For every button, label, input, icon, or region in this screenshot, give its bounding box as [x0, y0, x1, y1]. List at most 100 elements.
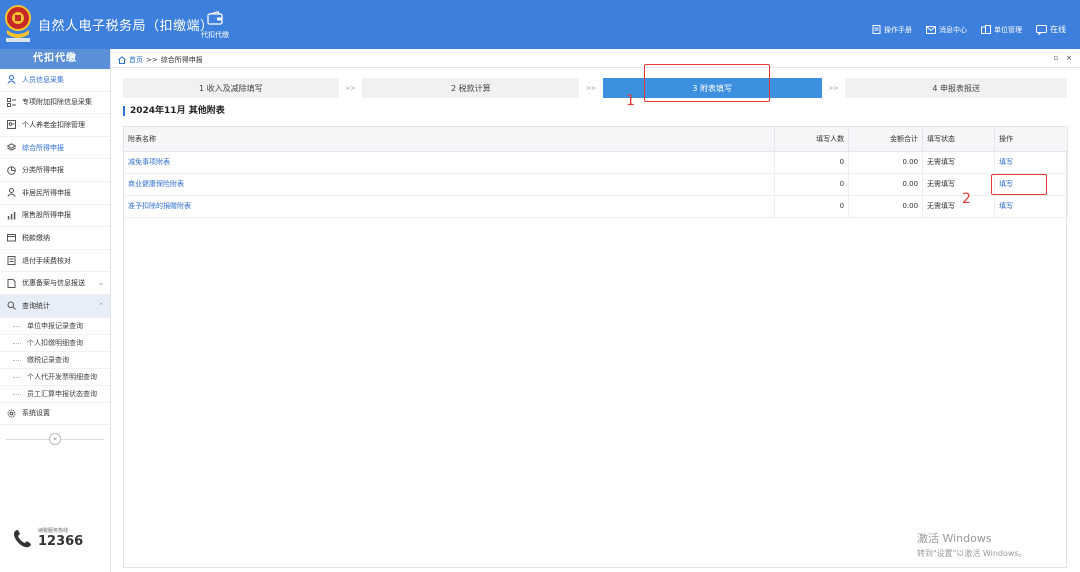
sidebar-subitem-invoice-detail[interactable]: 个人代开发票明细查询	[0, 369, 110, 386]
manual-link-label: 操作手册	[884, 25, 912, 34]
chat-icon	[1036, 24, 1047, 35]
receipt-icon	[7, 256, 16, 266]
watermark-line2: 转到"设置"以激活 Windows。	[917, 549, 1027, 558]
layers-icon	[7, 143, 16, 151]
unit-management-link[interactable]: 单位管理	[981, 25, 1022, 35]
sidebar-item-classified-income[interactable]: 分类所得申报	[0, 159, 110, 182]
search-icon	[7, 301, 16, 311]
sidebar-subitem-withholding-detail[interactable]: 个人扣缴明细查询	[0, 335, 110, 352]
header-links: 操作手册 消息中心 单位管理 在线	[872, 24, 1066, 35]
table-header-row: 附表名称 填写人数 金额合计 填写状态 操作	[124, 127, 1068, 152]
restore-icon[interactable]: ▫	[1053, 54, 1058, 62]
sidebar-item-label: 税款缴纳	[22, 233, 50, 242]
sidebar-item-comprehensive-income[interactable]: 综合所得申报	[0, 137, 110, 160]
row-count: 0	[774, 195, 850, 218]
row-name-link[interactable]: 减免事项附表	[124, 151, 776, 174]
sidebar-collapse-button[interactable]: «	[49, 433, 61, 445]
sidebar-item-system-settings[interactable]: 系统设置	[0, 403, 110, 426]
manual-link[interactable]: 操作手册	[872, 25, 912, 35]
tax-hotline: 纳税服务热线 12366	[12, 527, 83, 549]
wallet-icon	[7, 234, 16, 242]
manual-icon	[872, 25, 881, 34]
watermark-line1: 激活 Windows	[917, 532, 992, 545]
list-icon	[7, 97, 16, 107]
step-report-submission[interactable]: 4 申报表报送	[845, 78, 1067, 98]
table-row: 准予扣除的捐赠附表 0 0.00 无需填写 填写	[124, 195, 1068, 218]
breadcrumb-home-link[interactable]: 首页	[129, 55, 143, 65]
breadcrumb-separator: >>	[146, 55, 158, 64]
sidebar-item-label: 优惠备案与信息报送	[22, 279, 85, 288]
sidebar-subitem-annual-status[interactable]: 员工汇算申报状态查询	[0, 386, 110, 403]
doc-icon	[7, 278, 16, 288]
sidebar-item-special-deduction[interactable]: 专项附加扣除信息采集	[0, 92, 110, 115]
sidebar-subitem-unit-declaration[interactable]: 单位申报记录查询	[0, 318, 110, 335]
chart-icon	[7, 211, 16, 220]
app-title: 自然人电子税务局（扣缴端）	[38, 19, 214, 34]
card-icon	[7, 120, 16, 130]
annotation-box-step3	[644, 64, 770, 102]
table-row: 减免事项附表 0 0.00 无需填写 填写	[124, 151, 1068, 174]
breadcrumb-current: 综合所得申报	[160, 55, 203, 64]
windows-activation-watermark: 激活 Windows 转到"设置"以激活 Windows。	[917, 530, 1027, 559]
sidebar-item-restricted-stock[interactable]: 限售股所得申报	[0, 205, 110, 228]
step-indicator: 1 收入及减除填写 >> 2 税款计算 >> 3 附表填写 >> 4 申报表报送	[123, 78, 1067, 98]
annotation-box-fill	[991, 174, 1047, 195]
col-header-count: 填写人数	[774, 127, 850, 152]
wallet-icon	[207, 11, 223, 25]
sidebar-item-query-statistics[interactable]: 查询统计 ⌃	[0, 294, 110, 318]
window-controls: ▫ ×	[1053, 54, 1072, 62]
row-status: 无需填写	[922, 151, 995, 174]
sidebar-item-nonresident-income[interactable]: 非居民所得申报	[0, 182, 110, 205]
online-service-link[interactable]: 在线	[1036, 24, 1066, 35]
annotation-number-1: 1	[626, 93, 635, 109]
tax-bureau-emblem-icon	[5, 5, 31, 42]
unit-management-label: 单位管理	[994, 25, 1022, 34]
row-name-link[interactable]: 准予扣除的捐赠附表	[124, 195, 776, 218]
sidebar: 代扣代缴 人员信息采集 专项附加扣除信息采集 个人养老金扣除管理 综合所得申报 …	[0, 49, 111, 572]
chevron-down-icon: ⌄	[98, 279, 104, 288]
message-center-link[interactable]: 消息中心	[926, 25, 967, 35]
step-income-deduction[interactable]: 1 收入及减除填写	[123, 78, 339, 98]
sidebar-item-label: 查询统计	[22, 301, 50, 310]
sidebar-item-preferential-filing[interactable]: 优惠备案与信息报送 ⌄	[0, 272, 110, 295]
row-count: 0	[774, 151, 850, 174]
row-fill-button[interactable]: 填写	[994, 195, 1068, 218]
step-separator: >>	[585, 84, 597, 92]
sidebar-item-personnel-info[interactable]: 人员信息采集	[0, 69, 110, 92]
row-count: 0	[774, 173, 850, 196]
sidebar-item-label: 个人养老金扣除管理	[22, 120, 85, 129]
row-name-link[interactable]: 商业健康保险附表	[124, 173, 776, 196]
step-separator: >>	[828, 84, 839, 92]
step-separator: >>	[345, 84, 356, 92]
sidebar-item-label: 人员信息采集	[22, 75, 64, 84]
table-row: 商业健康保险附表 0 0.00 无需填写 填写	[124, 173, 1068, 196]
step-tax-calculation[interactable]: 2 税款计算	[362, 78, 580, 98]
row-status: 无需填写	[922, 195, 995, 218]
mail-icon	[926, 25, 936, 34]
phone-icon	[14, 530, 31, 548]
sidebar-item-pension-deduction[interactable]: 个人养老金扣除管理	[0, 114, 110, 137]
sidebar-subitem-payment-record[interactable]: 缴税记录查询	[0, 352, 110, 369]
attachment-table: 附表名称 填写人数 金额合计 填写状态 操作 减免事项附表 0 0.00 无需填…	[123, 126, 1068, 568]
person-icon	[7, 188, 16, 198]
building-icon	[981, 25, 991, 34]
module-withholding-button[interactable]: 代扣代缴	[196, 11, 234, 40]
row-status: 无需填写	[922, 173, 995, 196]
gear-icon	[7, 409, 16, 418]
sidebar-item-label: 限售股所得申报	[22, 211, 71, 220]
app-header: 自然人电子税务局（扣缴端） 代扣代缴 操作手册 消息中心 单位管理 在线	[0, 0, 1080, 49]
sidebar-item-refund-fee[interactable]: 退付手续费核对	[0, 250, 110, 273]
hotline-label: 纳税服务热线	[38, 528, 69, 534]
sidebar-item-label: 专项附加扣除信息采集	[22, 98, 92, 107]
col-header-action: 操作	[994, 127, 1068, 152]
message-center-label: 消息中心	[939, 25, 967, 34]
close-icon[interactable]: ×	[1066, 54, 1072, 62]
annotation-number-2: 2	[962, 191, 971, 207]
sidebar-item-tax-payment[interactable]: 税款缴纳	[0, 227, 110, 250]
row-fill-button[interactable]: 填写	[994, 151, 1068, 174]
sidebar-item-label: 综合所得申报	[22, 143, 64, 152]
col-header-amount: 金额合计	[848, 127, 924, 152]
chevron-up-icon: ⌃	[98, 301, 104, 310]
breadcrumb: 首页 >> 综合所得申报	[112, 52, 1080, 68]
row-amount: 0.00	[848, 173, 924, 196]
